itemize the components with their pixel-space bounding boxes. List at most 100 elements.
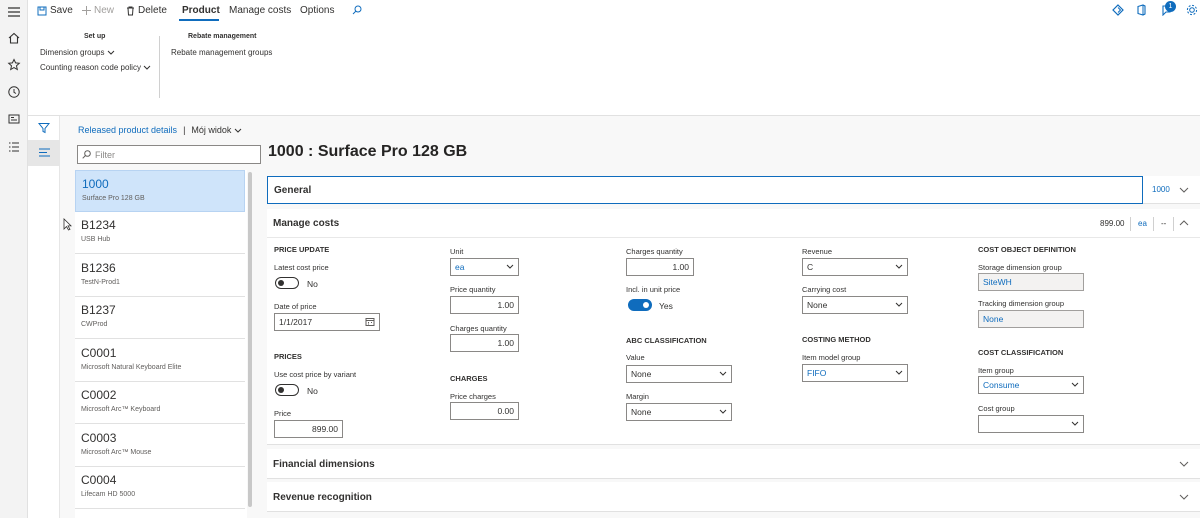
- office-icon[interactable]: [1136, 4, 1147, 16]
- tab-options[interactable]: Options: [300, 5, 334, 16]
- financial-dimensions-section[interactable]: Financial dimensions: [267, 449, 1200, 479]
- tab-product[interactable]: Product: [182, 5, 220, 16]
- counting-reason-menu[interactable]: Counting reason code policy: [40, 63, 151, 72]
- list-item-code: 1000: [82, 177, 109, 191]
- price-label: Price: [274, 409, 292, 418]
- item-group-dropdown[interactable]: Consume: [978, 376, 1084, 394]
- delete-button[interactable]: Delete: [126, 5, 167, 16]
- list-item[interactable]: B1234 USB Hub: [75, 212, 245, 254]
- list-item[interactable]: B1236 TestN-Prod1: [75, 255, 245, 297]
- toggle-knob: [643, 302, 649, 308]
- list-item-code: C0003: [81, 431, 117, 445]
- summary-divider: [1130, 217, 1131, 231]
- latest-cost-price-toggle[interactable]: [275, 277, 299, 289]
- notification-badge: 1: [1165, 1, 1176, 12]
- date-of-price-value: 1/1/2017: [279, 317, 313, 327]
- calendar-icon[interactable]: [365, 317, 375, 327]
- chevron-down-icon[interactable]: [1179, 186, 1189, 196]
- storage-dimension-group-label: Storage dimension group: [978, 263, 1062, 272]
- hamburger-menu-icon[interactable]: [7, 5, 21, 19]
- charges-heading: CHARGES: [450, 374, 488, 383]
- use-cost-price-value: No: [307, 386, 318, 396]
- price-field[interactable]: 899.00: [274, 420, 343, 438]
- list-item-name: Microsoft Natural Keyboard Elite: [81, 364, 182, 371]
- save-button[interactable]: Save: [37, 5, 73, 16]
- chevron-down-icon: [895, 264, 903, 270]
- favorites-star-icon[interactable]: [7, 58, 21, 72]
- manage-costs-title[interactable]: Manage costs: [273, 218, 339, 229]
- chevron-down-icon[interactable]: [1179, 493, 1189, 503]
- revenue-dropdown[interactable]: C: [802, 258, 908, 276]
- modules-list-icon[interactable]: [7, 140, 21, 154]
- view-selector[interactable]: Mój widok: [191, 125, 242, 135]
- unit-value: ea: [455, 262, 465, 272]
- price-charges-field[interactable]: 0.00: [450, 402, 519, 420]
- filter-input[interactable]: [95, 149, 245, 160]
- home-icon[interactable]: [7, 31, 21, 45]
- summary-divider: [1173, 217, 1174, 231]
- list-item-code: B1237: [81, 303, 116, 317]
- incl-in-unit-price-toggle[interactable]: [628, 299, 652, 311]
- list-lines-icon: [39, 148, 50, 157]
- item-model-group-dropdown[interactable]: FIFO: [802, 364, 908, 382]
- list-item[interactable]: C0002 Microsoft Arc™ Keyboard: [75, 382, 245, 424]
- general-section-header[interactable]: General: [267, 176, 1143, 204]
- new-label: New: [94, 5, 115, 16]
- chevron-down-icon: [895, 370, 903, 376]
- list-item-name: Surface Pro 128 GB: [82, 195, 145, 202]
- settings-gear-icon[interactable]: [1186, 4, 1198, 16]
- trash-icon: [127, 6, 134, 15]
- incl-in-unit-price-label: Incl. in unit price: [626, 285, 681, 294]
- revenue-value: C: [807, 262, 814, 272]
- list-scrollbar[interactable]: [248, 172, 252, 507]
- list-item[interactable]: B1237 CWProd: [75, 297, 245, 339]
- list-item-code: C0004: [81, 473, 117, 487]
- chevron-down-icon: [1071, 382, 1079, 388]
- list-item-name: USB Hub: [81, 236, 111, 243]
- breadcrumb-link[interactable]: Released product details: [78, 125, 177, 135]
- list-item-name: Microsoft Arc™ Mouse: [81, 449, 152, 456]
- revenue-recognition-section[interactable]: Revenue recognition: [267, 482, 1200, 512]
- charges-quantity-field[interactable]: 1.00: [450, 334, 519, 352]
- plus-icon: [82, 6, 91, 15]
- chevron-down-icon: [1071, 421, 1079, 427]
- list-item-name: Lifecam HD 5000: [81, 491, 136, 498]
- margin-dropdown[interactable]: None: [626, 403, 732, 421]
- cost-group-dropdown[interactable]: [978, 415, 1084, 433]
- list-item[interactable]: C0001 Microsoft Natural Keyboard Elite: [75, 340, 245, 382]
- price-quantity-field[interactable]: 1.00: [450, 296, 519, 314]
- tracking-dimension-group-field[interactable]: None: [978, 310, 1084, 328]
- storage-dimension-group-field[interactable]: SiteWH: [978, 273, 1084, 291]
- value-dropdown[interactable]: None: [626, 365, 732, 383]
- date-of-price-field[interactable]: 1/1/2017: [274, 313, 380, 331]
- list-item[interactable]: 1000 Surface Pro 128 GB: [75, 170, 245, 212]
- power-apps-icon[interactable]: [1112, 4, 1124, 16]
- list-item-code: C0002: [81, 388, 117, 402]
- carrying-cost-dropdown[interactable]: None: [802, 296, 908, 314]
- summary-divider: [1153, 217, 1154, 231]
- general-summary-area: 1000: [1143, 176, 1200, 204]
- new-button[interactable]: New: [82, 5, 114, 16]
- list-item[interactable]: C0003 Microsoft Arc™ Mouse: [75, 425, 245, 467]
- chevron-down-icon: [107, 50, 115, 56]
- unit-dropdown[interactable]: ea: [450, 258, 519, 276]
- manage-costs-summary-price: 899.00: [1100, 219, 1125, 228]
- tab-manage-costs[interactable]: Manage costs: [229, 5, 291, 16]
- search-icon[interactable]: [352, 5, 362, 15]
- use-cost-price-toggle[interactable]: [275, 384, 299, 396]
- chevron-up-icon[interactable]: [1179, 219, 1189, 229]
- workspaces-icon[interactable]: [7, 112, 21, 126]
- recent-clock-icon[interactable]: [7, 85, 21, 99]
- charges-quantity-field-2[interactable]: 1.00: [626, 258, 694, 276]
- dimension-groups-menu[interactable]: Dimension groups: [40, 48, 115, 57]
- breadcrumb: Released product details | Mój widok: [78, 125, 242, 135]
- list-item[interactable]: C0004 Lifecam HD 5000: [75, 467, 245, 509]
- incl-in-unit-price-value: Yes: [659, 301, 673, 311]
- save-icon: [37, 6, 47, 15]
- filter-funnel-icon[interactable]: [38, 122, 50, 134]
- rebate-groups-button[interactable]: Rebate management groups: [171, 48, 272, 57]
- product-list: 1000 Surface Pro 128 GB B1234 USB Hub B123…: [75, 170, 247, 518]
- chevron-down-icon[interactable]: [1179, 460, 1189, 470]
- margin-value: None: [631, 407, 652, 417]
- carrying-cost-label: Carrying cost: [802, 285, 847, 294]
